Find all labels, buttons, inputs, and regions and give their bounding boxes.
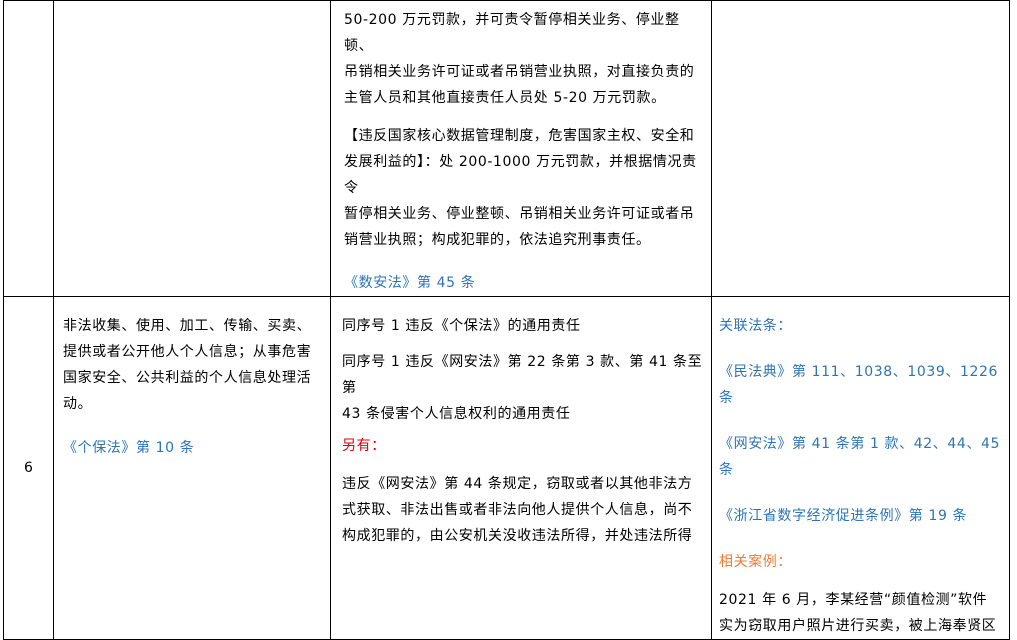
text-line: 违反《网安法》第 44 条规定，窃取或者以其他非法方 [342,476,693,492]
text-line: 暂停相关业务、停业整顿、吊销相关业务许可证或者吊 [344,206,695,222]
regulation-table: 50-200 万元罚款，并可责令暂停相关业务、停业整顿、 吊销相关业务许可证或者… [3,0,1010,640]
text-line: 销营业执照；构成犯罪的，依法追究刑事责任。 [344,232,651,248]
liability-line: 同序号 1 违反《个保法》的通用责任 [342,318,581,334]
liability-paragraph: 违反《网安法》第 44 条规定，窃取或者以其他非法方 式获取、非法出售或者非法向… [342,471,705,549]
text-line: 发展利益的】：处 200-1000 万元罚款，并根据情况责令 [344,154,697,196]
text-line: 【违反国家核心数据管理制度，危害国家主权、安全和 [344,128,695,144]
text-line: 吊销相关业务许可证或者吊销营业执照，对直接负责的 [344,64,695,80]
related-law-link[interactable]: 《网安法》第 41 条第 1 款、42、44、45 条 [719,431,1005,483]
behavior-cell: 非法收集、使用、加工、传输、买卖、 提供或者公开他人个人信息；从事危害 国家安全… [53,296,331,640]
behavior-text: 非法收集、使用、加工、传输、买卖、 提供或者公开他人个人信息；从事危害 国家安全… [63,313,324,417]
also-label: 另有： [342,438,386,454]
related-cases-label: 相关案例： [719,554,792,570]
text-line: 构成犯罪的，由公安机关没收违法所得，并处违法所得 [342,528,693,544]
liability-cell: 同序号 1 违反《个保法》的通用责任 同序号 1 违反《网安法》第 22 条第 … [330,296,712,640]
table-row: 50-200 万元罚款，并可责令暂停相关业务、停业整顿、 吊销相关业务许可证或者… [3,0,1010,297]
penalty-paragraph-a: 50-200 万元罚款，并可责令暂停相关业务、停业整顿、 吊销相关业务许可证或者… [344,7,705,111]
case-text: 2021 年 6 月，李某经营“颜值检测”软件 实为窃取用户照片进行买卖，被上海… [719,587,1005,639]
related-law-link[interactable]: 《浙江省数字经济促进条例》第 19 条 [719,503,1005,529]
row-number: 6 [3,296,54,640]
text-line: 50-200 万元罚款，并可责令暂停相关业务、停业整顿、 [344,12,680,54]
liability-cell: 50-200 万元罚款，并可责令暂停相关业务、停业整顿、 吊销相关业务许可证或者… [330,0,712,297]
text-line: 非法收集、使用、加工、传输、买卖、 [63,318,312,334]
number-cell-empty [3,0,54,297]
related-law-link[interactable]: 《民法典》第 111、1038、1039、1226 条 [719,359,1005,411]
law-reference-link[interactable]: 《个保法》第 10 条 [63,435,324,461]
text-line: 式获取、非法出售或者非法向他人提供个人信息，尚不 [342,502,693,518]
related-laws-label: 关联法条： [719,318,792,334]
penalty-paragraph-b: 【违反国家核心数据管理制度，危害国家主权、安全和 发展利益的】：处 200-10… [344,123,705,253]
text-line: 提供或者公开他人个人信息；从事危害 [63,344,312,360]
text-line: 动。 [63,396,93,412]
text-line: 2021 年 6 月，李某经营“颜值检测”软件 [719,592,988,608]
text-line: 主管人员和其他直接责任人员处 5-20 万元罚款。 [344,90,666,106]
text-line: 43 条侵害个人信息权利的通用责任 [342,406,571,422]
text-line: 国家安全、公共利益的个人信息处理活 [63,370,312,386]
table-row: 6 非法收集、使用、加工、传输、买卖、 提供或者公开他人个人信息；从事危害 国家… [3,296,1010,640]
related-cell: 关联法条： 《民法典》第 111、1038、1039、1226 条 《网安法》第… [711,296,1010,640]
related-cell-empty [711,0,1010,297]
text-line: 实为窃取用户照片进行买卖，被上海奉贤区 [719,618,997,634]
behavior-cell-empty [53,0,331,297]
law-reference-link[interactable]: 《数安法》第 45 条 [344,270,705,296]
text-line: 同序号 1 违反《网安法》第 22 条第 3 款、第 41 条至第 [342,354,703,396]
liability-paragraph: 同序号 1 违反《网安法》第 22 条第 3 款、第 41 条至第 43 条侵害… [342,349,705,427]
